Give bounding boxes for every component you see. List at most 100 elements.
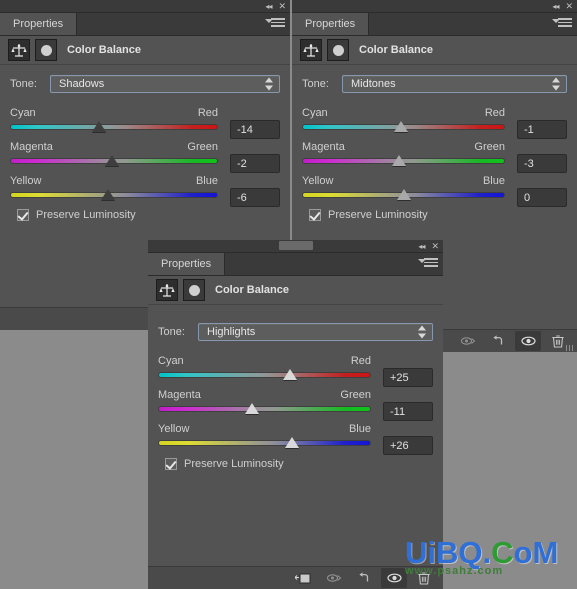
collapse-icon[interactable]: ◂◂ bbox=[265, 2, 272, 11]
slider-value-input[interactable]: -3 bbox=[517, 154, 567, 173]
color-balance-thumbnail-icon[interactable] bbox=[156, 279, 178, 301]
slider-handle[interactable] bbox=[285, 437, 300, 448]
slider-handle[interactable] bbox=[396, 189, 411, 200]
tone-select-value: Midtones bbox=[351, 78, 396, 90]
slider-yellow-blue: Yellow Blue +26 bbox=[158, 423, 433, 455]
slider-right-label: Green bbox=[340, 389, 371, 401]
adjustment-header: Color Balance bbox=[0, 36, 290, 65]
slider-track-wrap[interactable] bbox=[302, 189, 505, 200]
close-icon[interactable]: ✕ bbox=[278, 1, 286, 11]
preserve-luminosity-row[interactable]: Preserve Luminosity bbox=[158, 458, 433, 470]
reset-icon[interactable] bbox=[351, 568, 377, 588]
slider-value-input[interactable]: +25 bbox=[383, 368, 433, 387]
tone-select[interactable]: Shadows bbox=[50, 75, 280, 93]
clip-to-layer-icon[interactable] bbox=[321, 568, 347, 588]
slider-value-input[interactable]: -1 bbox=[517, 120, 567, 139]
tone-select[interactable]: Midtones bbox=[342, 75, 567, 93]
color-balance-thumbnail-icon[interactable] bbox=[8, 39, 30, 61]
slider-handle[interactable] bbox=[394, 121, 409, 132]
tone-label: Tone: bbox=[158, 326, 185, 338]
panel-body: Tone: Highlights Cyan Red +25 Magenta Gr… bbox=[148, 305, 443, 470]
slider-handle[interactable] bbox=[392, 155, 407, 166]
mask-thumbnail-icon[interactable] bbox=[291, 568, 317, 588]
tone-select[interactable]: Highlights bbox=[198, 323, 433, 341]
resize-grip[interactable] bbox=[566, 345, 575, 351]
slider-handle[interactable] bbox=[104, 155, 119, 166]
preserve-luminosity-checkbox[interactable] bbox=[309, 209, 321, 221]
layer-mask-thumbnail[interactable] bbox=[327, 39, 349, 61]
panel-title-strip[interactable]: ◂◂ ✕ bbox=[148, 240, 443, 253]
close-icon[interactable]: ✕ bbox=[431, 241, 439, 251]
stepper-arrows-icon[interactable] bbox=[552, 77, 560, 91]
preserve-luminosity-row[interactable]: Preserve Luminosity bbox=[10, 209, 280, 221]
slider-right-label: Blue bbox=[348, 423, 371, 435]
panel-body: Tone: Midtones Cyan Red -1 Magenta Green… bbox=[292, 65, 577, 221]
slider-track-wrap[interactable] bbox=[10, 121, 218, 132]
tone-select-value: Highlights bbox=[207, 326, 256, 338]
preserve-luminosity-checkbox[interactable] bbox=[17, 209, 29, 221]
stepper-arrows-icon[interactable] bbox=[418, 325, 426, 339]
slider-value-input[interactable]: -2 bbox=[230, 154, 280, 173]
slider-track-wrap[interactable] bbox=[158, 369, 371, 380]
panel-menu-icon[interactable] bbox=[418, 258, 438, 270]
tab-properties[interactable]: Properties bbox=[0, 13, 78, 35]
layer-mask-thumbnail[interactable] bbox=[35, 39, 57, 61]
slider-cyan-red: Cyan Red +25 bbox=[158, 355, 433, 387]
color-balance-thumbnail-icon[interactable] bbox=[300, 39, 322, 61]
layer-mask-thumbnail[interactable] bbox=[183, 279, 205, 301]
slider-track-wrap[interactable] bbox=[302, 121, 505, 132]
slider-track-wrap[interactable] bbox=[158, 403, 371, 414]
reset-icon[interactable] bbox=[485, 331, 511, 351]
preserve-luminosity-row[interactable]: Preserve Luminosity bbox=[302, 209, 567, 221]
stepper-arrows-icon[interactable] bbox=[265, 77, 273, 91]
slider-track[interactable] bbox=[10, 124, 218, 130]
panel-menu-icon[interactable] bbox=[552, 18, 572, 30]
slider-track[interactable] bbox=[158, 406, 371, 412]
collapse-icon[interactable]: ◂◂ bbox=[418, 242, 425, 251]
panel-title-strip[interactable]: ◂◂ ✕ bbox=[292, 0, 577, 13]
slider-value-input[interactable]: -11 bbox=[383, 402, 433, 421]
tone-row: Tone: Shadows bbox=[10, 75, 280, 93]
slider-track-wrap[interactable] bbox=[302, 155, 505, 166]
slider-handle[interactable] bbox=[100, 189, 115, 200]
slider-left-label: Cyan bbox=[10, 107, 36, 119]
tab-properties[interactable]: Properties bbox=[148, 253, 226, 275]
slider-track-wrap[interactable] bbox=[158, 437, 371, 448]
slider-handle[interactable] bbox=[244, 403, 259, 414]
visibility-eye-icon[interactable] bbox=[381, 568, 407, 588]
panel-title-strip[interactable]: ◂◂ ✕ bbox=[0, 0, 290, 13]
mask-dot-icon bbox=[332, 44, 344, 56]
slider-right-label: Red bbox=[197, 107, 218, 119]
tab-properties[interactable]: Properties bbox=[292, 13, 370, 35]
panel-menu-icon[interactable] bbox=[265, 18, 285, 30]
drag-handle[interactable] bbox=[278, 241, 313, 250]
slider-track[interactable] bbox=[158, 440, 371, 446]
slider-value-input[interactable]: -6 bbox=[230, 188, 280, 207]
tab-bar: Properties bbox=[0, 13, 290, 36]
watermark-part-b: C bbox=[491, 535, 514, 570]
slider-right-label: Green bbox=[187, 141, 218, 153]
slider-right-label: Blue bbox=[482, 175, 505, 187]
tone-row: Tone: Midtones bbox=[302, 75, 567, 93]
preserve-luminosity-checkbox[interactable] bbox=[165, 458, 177, 470]
visibility-eye-icon[interactable] bbox=[515, 331, 541, 351]
mask-dot-icon bbox=[188, 284, 200, 296]
close-icon[interactable]: ✕ bbox=[565, 1, 573, 11]
slider-value-input[interactable]: -14 bbox=[230, 120, 280, 139]
slider-track-wrap[interactable] bbox=[10, 155, 218, 166]
slider-value-input[interactable]: 0 bbox=[517, 188, 567, 207]
tab-bar: Properties bbox=[292, 13, 577, 36]
collapse-icon[interactable]: ◂◂ bbox=[552, 2, 559, 11]
adjustment-header: Color Balance bbox=[292, 36, 577, 65]
tone-select-value: Shadows bbox=[59, 78, 105, 90]
slider-left-label: Magenta bbox=[302, 141, 345, 153]
slider-handle[interactable] bbox=[283, 369, 298, 380]
slider-value-input[interactable]: +26 bbox=[383, 436, 433, 455]
slider-track-wrap[interactable] bbox=[10, 189, 218, 200]
slider-handle[interactable] bbox=[92, 121, 107, 132]
delete-trash-icon[interactable] bbox=[411, 568, 437, 588]
slider-track[interactable] bbox=[158, 372, 371, 378]
window-controls: ◂◂ ✕ bbox=[418, 240, 439, 252]
clip-to-layer-icon[interactable] bbox=[455, 331, 481, 351]
adjustment-title: Color Balance bbox=[67, 44, 141, 56]
